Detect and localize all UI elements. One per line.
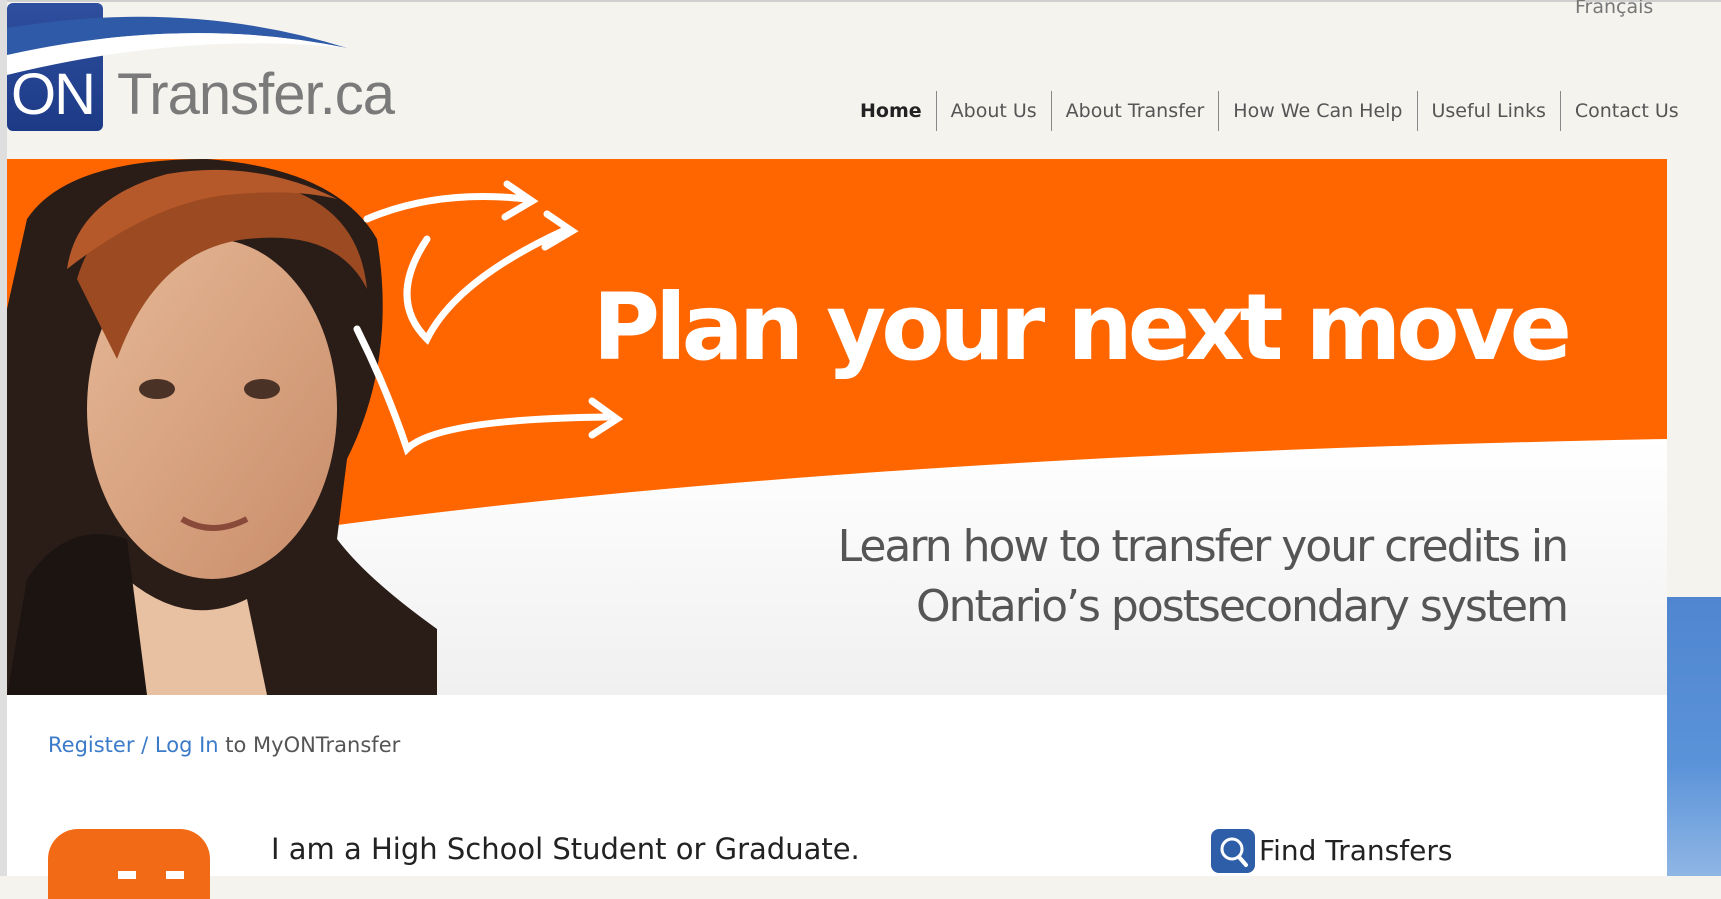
nav-item-how-we-can-help[interactable]: How We Can Help [1218, 91, 1416, 131]
nav-item-contact-us[interactable]: Contact Us [1559, 91, 1693, 131]
student-icon-tile [48, 829, 210, 899]
logo-on-text: ON [11, 62, 96, 127]
nav-item-useful-links[interactable]: Useful Links [1416, 91, 1560, 131]
find-transfers-title[interactable]: Find Transfers [1259, 834, 1452, 867]
right-edge-panel [1667, 597, 1721, 876]
student-section-heading[interactable]: I am a High School Student or Graduate. [271, 832, 860, 866]
hero-banner: Plan your next move Learn how to transfe… [7, 159, 1667, 695]
tile-glyph [118, 871, 208, 879]
login-link[interactable]: Log In [155, 733, 219, 757]
register-login-line: Register / Log In to MyONTransfer [48, 733, 400, 757]
language-link[interactable]: Français [1575, 0, 1653, 18]
logo-transfer-text: Transfer.ca [117, 62, 395, 127]
register-separator: / [134, 733, 155, 757]
hero-title: Plan your next move [592, 274, 1572, 381]
search-icon[interactable] [1211, 829, 1255, 873]
hero-subtitle: Learn how to transfer your credits in On… [837, 521, 1569, 632]
register-link[interactable]: Register [48, 733, 134, 757]
nav-item-about-us[interactable]: About Us [935, 91, 1051, 131]
register-suffix: to MyONTransfer [218, 733, 401, 757]
main-content: Register / Log In to MyONTransfer I am a… [7, 695, 1667, 899]
page-left-strip [0, 0, 7, 876]
nav-item-about-transfer[interactable]: About Transfer [1050, 91, 1219, 131]
top-border [0, 0, 1721, 2]
nav-item-home[interactable]: Home [855, 91, 936, 131]
main-nav: Home About Us About Transfer How We Can … [855, 91, 1693, 131]
ontransfer-logo[interactable]: ON Transfer.ca [7, 3, 407, 133]
